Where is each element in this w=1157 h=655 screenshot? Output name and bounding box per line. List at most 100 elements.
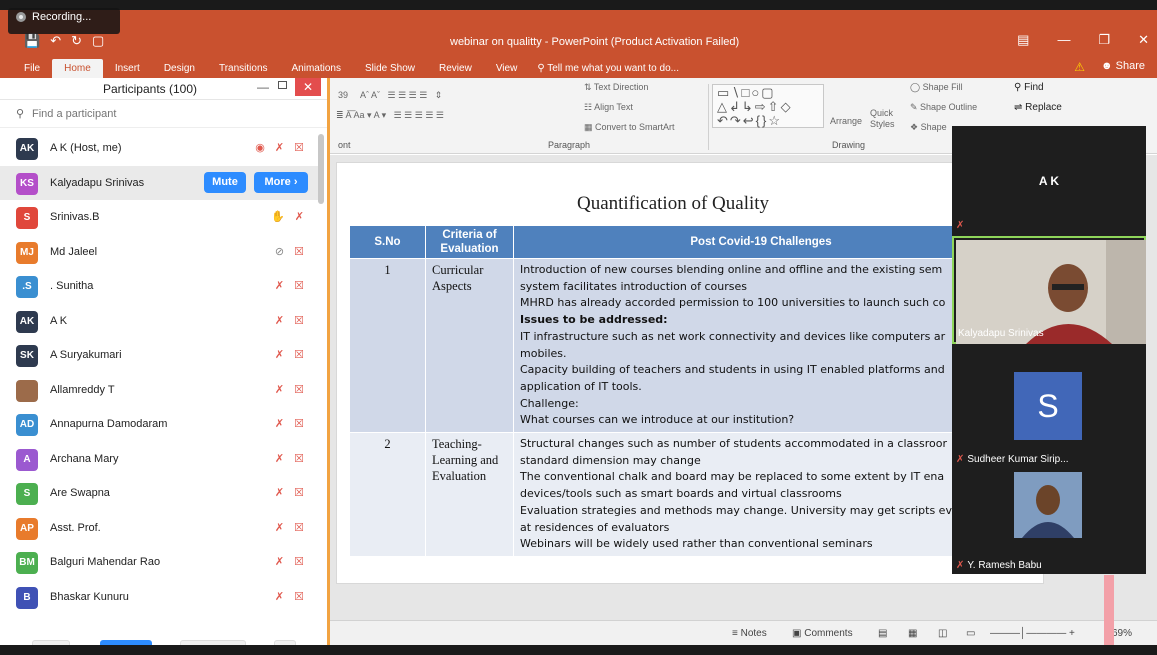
shape-fill-button[interactable]: ◯ Shape Fill <box>910 82 963 93</box>
slide[interactable]: Quantification of Quality S.No Criteria … <box>336 162 1044 584</box>
tab-transitions[interactable]: Transitions <box>207 63 280 78</box>
participant-row[interactable]: AK A K (Host, me) ◉ ✗ ☒ <box>0 131 318 166</box>
find-button[interactable]: ⚲ Find <box>1014 82 1044 93</box>
row-sno: 1 <box>349 257 426 434</box>
shape-effects-button[interactable]: ❖ Shape <box>910 122 947 133</box>
comments-button[interactable]: ▣ Comments <box>792 628 853 639</box>
close-icon[interactable]: ✕ <box>1138 32 1149 48</box>
participants-panel: Participants (100) — ✕ ⚲ AK A K (Host, me… <box>0 78 330 655</box>
panel-close-icon[interactable]: ✕ <box>295 78 321 96</box>
comments-label: Comments <box>804 628 853 639</box>
paragraph-group-label: Paragraph <box>548 140 591 150</box>
text-direction-label: Text Direction <box>593 82 649 92</box>
recording-label: Recording... <box>32 11 92 23</box>
panel-scrollbar[interactable] <box>318 134 324 204</box>
mic-muted-icon: ✗ <box>274 487 285 499</box>
font-size-box[interactable]: 39 <box>338 90 348 100</box>
challenge-line: application of IT tools. <box>520 379 642 393</box>
tile-name-wrap: ✗ Y. Ramesh Babu <box>956 560 1042 571</box>
notes-button[interactable]: ≡ Notes <box>732 628 767 639</box>
zoom-slider[interactable]: ———│———— + <box>990 628 1075 639</box>
video-tile-speaker[interactable]: A K ✗ <box>952 126 1146 234</box>
convert-smartart-label: Convert to SmartArt <box>595 122 675 132</box>
challenge-line: MHRD has already accorded permission to … <box>520 296 946 310</box>
powerpoint-title-bar: 💾 ↶ ↻ ▢ webinar on qualitty - PowerPoint… <box>0 10 1157 58</box>
participant-row[interactable]: MJ Md Jaleel ⊘ ☒ <box>0 235 318 270</box>
shapes-gallery[interactable]: ▭∖□○▢ △↲↳⇨⇧◇ ↶↷↩{}☆ <box>712 84 824 128</box>
participant-row[interactable]: KS Kalyadapu Srinivas Mute More › <box>0 165 318 200</box>
participant-row[interactable]: Allamreddy T ✗ ☒ <box>0 373 318 408</box>
tab-slide-show[interactable]: Slide Show <box>353 63 427 78</box>
video-tile[interactable]: Kalyadapu Srinivas <box>952 236 1146 344</box>
participant-name: A K <box>50 314 68 327</box>
arrange-button[interactable]: Arrange <box>830 116 862 126</box>
minimize-icon[interactable]: — <box>1057 32 1070 48</box>
tab-view[interactable]: View <box>484 63 530 78</box>
font-format-icons[interactable]: Aˆ Aˇ ☰ ☰ ☰ ☰ ⇕ <box>360 90 442 101</box>
share-button[interactable]: ☻ Share <box>1101 60 1145 72</box>
recording-indicator: Recording... <box>8 8 120 34</box>
participant-row[interactable]: B Bhaskar Kunuru ✗ ☒ <box>0 580 318 615</box>
shape-effects-label: Shape <box>920 122 947 132</box>
restore-icon[interactable]: ❐ <box>1098 32 1110 48</box>
participant-row[interactable]: .S. Sunitha ✗ ☒ <box>0 269 318 304</box>
replace-button[interactable]: ⇌ Replace <box>1014 102 1062 113</box>
slideshow-view-icon[interactable]: ▭ <box>966 628 975 639</box>
tab-file[interactable]: File <box>12 63 52 78</box>
text-direction-button[interactable]: ⇅ Text Direction <box>584 82 648 93</box>
avatar: AD <box>16 414 38 436</box>
mic-muted-icon: ✗ <box>274 142 285 154</box>
challenge-line: Introduction of new courses blending onl… <box>520 263 943 276</box>
participant-row[interactable]: SK A Suryakumari ✗ ☒ <box>0 338 318 373</box>
avatar: S <box>16 207 38 229</box>
participant-row[interactable]: S Are Swapna ✗ ☒ <box>0 476 318 511</box>
reading-view-icon[interactable]: ◫ <box>938 628 947 639</box>
quick-styles-button[interactable]: Quick Styles <box>870 108 900 130</box>
participant-row[interactable]: A Archana Mary ✗ ☒ <box>0 442 318 477</box>
slide-title: Quantification of Quality <box>576 193 770 214</box>
align-text-button[interactable]: ☷ Align Text <box>584 102 633 113</box>
participant-row[interactable]: S Srinivas.B ✋ ✗ <box>0 200 318 235</box>
redo-icon[interactable]: ↻ <box>71 33 82 49</box>
zoom-level[interactable]: 69% <box>1112 628 1132 639</box>
challenge-line: devices/tools such as smart boards and v… <box>520 487 842 501</box>
video-tile[interactable]: ✗ Y. Ramesh Babu <box>952 466 1146 574</box>
convert-smartart-button[interactable]: ▦ Convert to SmartArt <box>584 122 675 133</box>
panel-maximize-icon[interactable] <box>278 81 287 89</box>
participant-row[interactable]: AD Annapurna Damodaram ✗ ☒ <box>0 407 318 442</box>
participant-row[interactable]: AP Asst. Prof. ✗ ☒ <box>0 511 318 546</box>
muted-icon: ✗ <box>956 454 965 465</box>
panel-minimize-icon[interactable]: — <box>257 80 269 94</box>
tab-animations[interactable]: Animations <box>280 63 353 78</box>
participant-row[interactable]: AK A K ✗ ☒ <box>0 304 318 339</box>
more-button[interactable]: More › <box>254 171 308 193</box>
top-band <box>0 0 1157 10</box>
undo-icon[interactable]: ↶ <box>50 33 61 49</box>
mic-muted-icon: ✗ <box>274 452 285 465</box>
ribbon-display-icon[interactable]: ▤ <box>1017 32 1029 48</box>
warning-icon[interactable]: ⚠ <box>1074 60 1085 74</box>
tab-insert[interactable]: Insert <box>103 63 152 78</box>
char-spacing-icons[interactable]: ≣ A͞ Aa ▾ A ▾ ☰ ☰ ☰ ☰ ☰ <box>336 110 444 121</box>
participant-name: . Sunitha <box>50 280 94 292</box>
participant-name: Annapurna Damodaram <box>50 418 168 430</box>
video-off-icon: ☒ <box>294 245 304 258</box>
shape-outline-button[interactable]: ✎ Shape Outline <box>910 102 977 113</box>
challenge-line: Webinars will be widely used rather than… <box>520 537 873 551</box>
tell-me-box[interactable]: ⚲ Tell me what you want to do... <box>529 63 691 78</box>
video-tile[interactable]: S ✗ Sudheer Kumar Sirip... <box>952 360 1146 468</box>
participant-row[interactable]: BM Balguri Mahendar Rao ✗ ☒ <box>0 545 318 580</box>
challenge-line: What courses can we introduce at our ins… <box>520 413 795 427</box>
challenge-line: Structural changes such as number of stu… <box>520 437 947 451</box>
mute-button[interactable]: Mute <box>204 171 246 193</box>
normal-view-icon[interactable]: ▤ <box>878 628 887 639</box>
tab-review[interactable]: Review <box>427 63 484 78</box>
slide-sorter-icon[interactable]: ▦ <box>908 628 917 639</box>
save-icon[interactable]: 💾 <box>24 33 40 49</box>
font-group-label: ont <box>338 140 351 150</box>
tab-design[interactable]: Design <box>152 63 207 78</box>
slideshow-icon[interactable]: ▢ <box>92 33 104 49</box>
muted-icon: ✗ <box>956 560 965 571</box>
tab-home[interactable]: Home <box>52 59 103 78</box>
search-input[interactable] <box>32 104 302 124</box>
